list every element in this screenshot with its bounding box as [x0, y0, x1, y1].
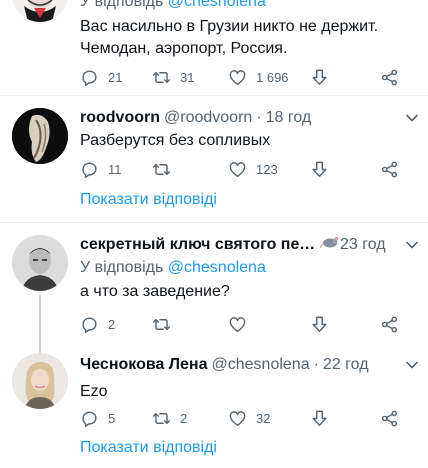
like-count: 123: [256, 161, 278, 177]
tweet-text: Разберутся без сопливых: [80, 132, 271, 149]
tweet-header: секретный ключ святого пет... 23 год: [80, 235, 420, 255]
tweet[interactable]: У відповідь @chesnolena Вас насильно в Г…: [0, 0, 428, 95]
like-button[interactable]: [228, 315, 310, 334]
like-button[interactable]: 123: [228, 160, 310, 179]
downvote-icon: [310, 315, 329, 334]
downvote-button[interactable]: [310, 409, 380, 428]
tweet-header: roodvoorn @roodvoorn · 18 год: [80, 108, 420, 128]
downvote-icon: [310, 409, 329, 428]
chevron-down-icon[interactable]: [402, 235, 422, 255]
tweet-actions: 5 2 32: [80, 407, 410, 429]
reply-prefix: У відповідь: [80, 0, 164, 10]
user-handle[interactable]: @roodvoorn: [164, 108, 252, 128]
heart-icon: [228, 315, 247, 334]
like-button[interactable]: 1 696: [228, 68, 310, 87]
timestamp[interactable]: 23 год: [340, 235, 386, 255]
comment-icon: [80, 409, 99, 428]
avatar[interactable]: [12, 108, 68, 164]
heart-icon: [228, 409, 247, 428]
reply-count: 11: [108, 161, 122, 177]
tweet[interactable]: секретный ключ святого пет... 23 год У в…: [0, 223, 428, 355]
reply-button[interactable]: 21: [80, 68, 152, 87]
retweet-count: 2: [180, 410, 188, 426]
avatar[interactable]: [12, 235, 68, 291]
show-replies-link[interactable]: Показати відповіді: [80, 439, 217, 457]
like-count: 32: [256, 410, 271, 426]
reply-button[interactable]: 2: [80, 315, 152, 334]
tweet-actions: 11 123: [80, 158, 410, 180]
chevron-down-icon[interactable]: [402, 355, 422, 375]
like-button[interactable]: 32: [228, 409, 310, 428]
reply-button[interactable]: 5: [80, 409, 152, 428]
like-count: 1 696: [256, 69, 289, 85]
comment-icon: [80, 160, 99, 179]
avatar[interactable]: [12, 353, 68, 409]
chevron-down-icon[interactable]: [402, 108, 422, 128]
downvote-icon: [310, 160, 329, 179]
retweet-button[interactable]: [152, 315, 228, 334]
reply-count: 21: [108, 69, 123, 85]
retweet-icon: [152, 160, 171, 179]
heart-icon: [228, 160, 247, 179]
tweet-text: Вас насильно в Грузии никто не держит. Ч…: [80, 16, 420, 60]
reply-count: 2: [108, 316, 116, 332]
downvote-button[interactable]: [310, 160, 380, 179]
comment-icon: [80, 68, 99, 87]
share-icon: [380, 68, 399, 87]
tweet[interactable]: roodvoorn @roodvoorn · 18 год Разберутся…: [0, 96, 428, 222]
separator-dot: ·: [256, 109, 262, 126]
mention-link[interactable]: @chesnolena: [168, 0, 266, 10]
display-name[interactable]: секретный ключ святого пет...: [80, 235, 318, 255]
mention-link[interactable]: @chesnolena: [168, 259, 266, 276]
tweet-actions: 21 31 1 696: [80, 66, 410, 88]
display-name[interactable]: roodvoorn: [80, 108, 160, 128]
display-name[interactable]: Чеснокова Лена: [80, 355, 208, 375]
tweet-text: а что за заведение?: [80, 283, 230, 300]
user-handle[interactable]: @chesnolena: [212, 355, 310, 375]
retweet-button[interactable]: 31: [152, 68, 228, 87]
share-icon: [380, 315, 399, 334]
reply-to-line: У відповідь @chesnolena: [80, 0, 420, 10]
share-button[interactable]: [380, 160, 399, 179]
tweet[interactable]: Чеснокова Лена @chesnolena · 22 год Ezo …: [0, 341, 428, 468]
reply-count: 5: [108, 410, 116, 426]
retweet-icon: [152, 315, 171, 334]
downvote-button[interactable]: [310, 68, 380, 87]
tweet-text-line: Вас насильно в Грузии никто не держит.: [80, 18, 379, 35]
tweet-actions: 2: [80, 313, 410, 335]
separator-dot: ·: [313, 356, 319, 373]
avatar[interactable]: [12, 0, 68, 22]
share-button[interactable]: [380, 315, 399, 334]
share-button[interactable]: [380, 68, 399, 87]
retweet-count: 31: [180, 69, 195, 85]
rat-emoji-icon: [320, 235, 340, 249]
comment-icon: [80, 315, 99, 334]
tweet-header: Чеснокова Лена @chesnolena · 22 год: [80, 355, 420, 375]
downvote-icon: [310, 68, 329, 87]
retweet-button[interactable]: 2: [152, 409, 228, 428]
reply-button[interactable]: 11: [80, 160, 152, 179]
retweet-icon: [152, 68, 171, 87]
retweet-button[interactable]: [152, 160, 228, 179]
share-button[interactable]: [380, 409, 399, 428]
timestamp[interactable]: 22 год: [323, 355, 369, 375]
timestamp[interactable]: 18 год: [266, 108, 312, 128]
reply-to-line: У відповідь @chesnolena: [80, 257, 420, 279]
share-icon: [380, 160, 399, 179]
downvote-button[interactable]: [310, 315, 380, 334]
tweet-text-line: Чемодан, аэропорт, Россия.: [80, 40, 288, 57]
show-replies-link[interactable]: Показати відповіді: [80, 191, 217, 209]
reply-prefix: У відповідь: [80, 259, 164, 276]
retweet-icon: [152, 409, 171, 428]
share-icon: [380, 409, 399, 428]
heart-icon: [228, 68, 247, 87]
tweet-text: Ezo: [80, 383, 108, 400]
